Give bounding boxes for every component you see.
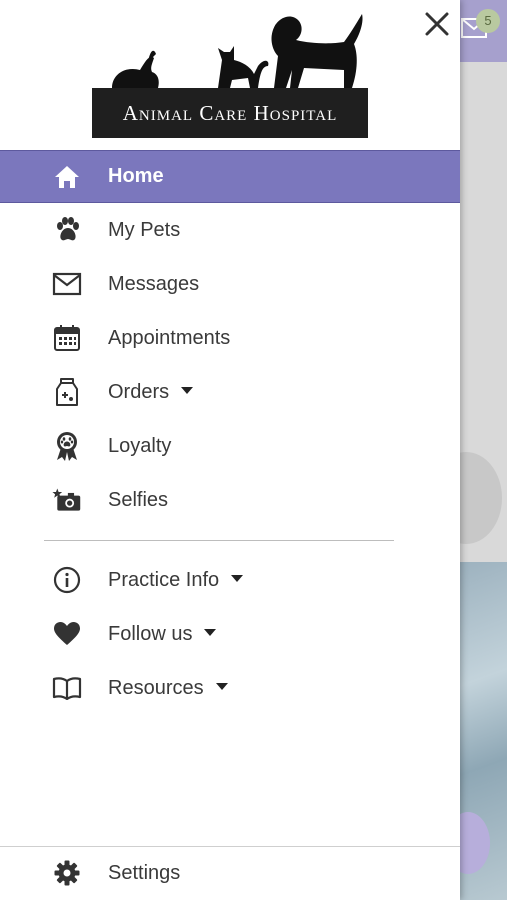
menu-item-messages[interactable]: Messages <box>0 257 460 311</box>
hospital-logo: Animal Care Hospital <box>92 10 368 138</box>
chevron-down-icon <box>231 574 244 582</box>
menu-item-label: Follow us <box>108 623 217 646</box>
primary-menu: Home My Pets Messages Appointments Order… <box>0 150 460 527</box>
menu-item-follow-us[interactable]: Follow us <box>0 607 460 661</box>
animals-silhouette-icon <box>112 14 363 88</box>
menu-item-practice-info[interactable]: Practice Info <box>0 553 460 607</box>
menu-item-label: Selfies <box>108 488 169 511</box>
info-icon <box>52 565 82 595</box>
chevron-down-icon <box>215 682 228 690</box>
ribbon-icon <box>52 431 82 461</box>
home-icon <box>52 162 82 192</box>
food-bag-icon <box>52 377 82 407</box>
menu-divider <box>44 540 394 541</box>
menu-item-label: Home <box>108 165 164 187</box>
chevron-down-icon <box>204 628 217 636</box>
menu-item-settings[interactable]: Settings <box>0 846 460 900</box>
camera-icon <box>52 485 82 515</box>
menu-item-my-pets[interactable]: My Pets <box>0 203 460 257</box>
notification-badge: 5 <box>476 9 500 33</box>
menu-item-home[interactable]: Home <box>0 150 460 203</box>
menu-item-label: Practice Info <box>108 569 244 592</box>
paw-icon <box>52 215 82 245</box>
menu-item-label: My Pets <box>108 218 181 241</box>
close-icon[interactable] <box>421 8 453 40</box>
chevron-down-icon <box>181 386 194 394</box>
book-icon <box>52 673 82 703</box>
menu-item-label: Resources <box>108 677 228 700</box>
menu-item-resources[interactable]: Resources <box>0 661 460 715</box>
menu-item-selfies[interactable]: Selfies <box>0 473 460 527</box>
navigation-drawer: Animal Care Hospital Home My Pets Messag… <box>0 0 460 900</box>
gear-icon <box>52 858 82 888</box>
logo-text: Animal Care Hospital <box>122 101 338 125</box>
menu-item-label: Appointments <box>108 326 231 349</box>
menu-item-label: Orders <box>108 381 194 404</box>
menu-item-label: Messages <box>108 272 200 295</box>
secondary-menu: Practice Info Follow us Resources <box>0 553 460 715</box>
menu-item-label: Loyalty <box>108 434 172 457</box>
menu-item-appointments[interactable]: Appointments <box>0 311 460 365</box>
envelope-icon <box>52 269 82 299</box>
menu-item-orders[interactable]: Orders <box>0 365 460 419</box>
heart-icon <box>52 619 82 649</box>
settings-label: Settings <box>108 861 181 884</box>
menu-item-loyalty[interactable]: Loyalty <box>0 419 460 473</box>
calendar-icon <box>52 323 82 353</box>
